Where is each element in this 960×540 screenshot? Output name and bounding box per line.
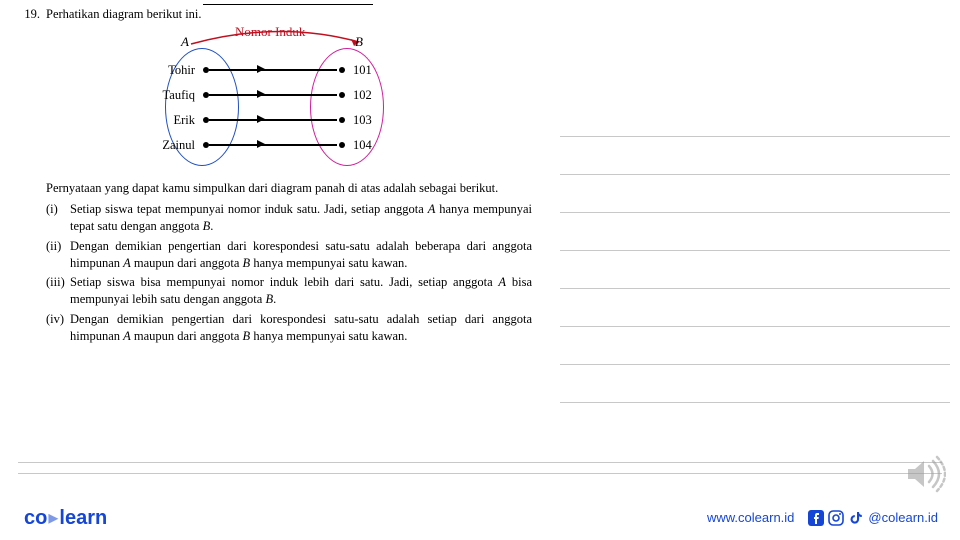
arrow-arc-icon: [189, 28, 369, 48]
map-line: [209, 69, 337, 71]
social-block: @colearn.id: [808, 510, 938, 526]
tiktok-icon: [848, 510, 864, 526]
set-a-label: A: [181, 34, 189, 50]
map-left-label: Taufiq: [133, 88, 195, 103]
arrow-icon: [257, 115, 265, 123]
item-label: (ii): [46, 238, 70, 272]
logo-part-a: co: [24, 507, 47, 529]
map-left-label: Tohir: [133, 63, 195, 78]
facebook-icon: [808, 510, 824, 526]
question-content: 19. Perhatikan diagram berikut ini. Nomo…: [0, 0, 560, 345]
map-left-label: Zainul: [133, 138, 195, 153]
map-right-label: 102: [353, 88, 372, 103]
top-rule: [203, 4, 373, 5]
blank-line-full: [18, 462, 942, 474]
item-body: Dengan demikian pengertian dari korespon…: [70, 238, 532, 272]
mapping-diagram: Nomor Induk A B Tohir 101 Taufiq 102 Eri…: [125, 24, 425, 174]
map-right-label: 101: [353, 63, 372, 78]
list-item: (ii) Dengan demikian pengertian dari kor…: [46, 238, 532, 272]
map-line: [209, 94, 337, 96]
list-item: (iv) Dengan demikian pengertian dari kor…: [46, 311, 532, 345]
item-label: (i): [46, 201, 70, 235]
map-right-label: 104: [353, 138, 372, 153]
item-body: Dengan demikian pengertian dari korespon…: [70, 311, 532, 345]
list-item: (i) Setiap siswa tepat mempunyai nomor i…: [46, 201, 532, 235]
item-label: (iv): [46, 311, 70, 345]
question-number: 19.: [18, 7, 46, 22]
map-row: Taufiq 102: [125, 85, 425, 105]
dot-icon: [339, 117, 345, 123]
arrow-icon: [257, 65, 265, 73]
map-right-label: 103: [353, 113, 372, 128]
blank-lines-right: [560, 136, 950, 440]
footer-right: www.colearn.id @colearn.id: [707, 510, 938, 526]
map-row: Zainul 104: [125, 135, 425, 155]
map-line: [209, 119, 337, 121]
dot-icon: [339, 67, 345, 73]
statement-list: (i) Setiap siswa tepat mempunyai nomor i…: [46, 201, 532, 345]
social-handle: @colearn.id: [868, 510, 938, 525]
instagram-icon: [828, 510, 844, 526]
map-line: [209, 144, 337, 146]
map-row: Erik 103: [125, 110, 425, 130]
item-body: Setiap siswa bisa mempunyai nomor induk …: [70, 274, 532, 308]
arrow-icon: [257, 90, 265, 98]
dot-icon: [339, 92, 345, 98]
item-label: (iii): [46, 274, 70, 308]
question-row: 19. Perhatikan diagram berikut ini.: [18, 7, 532, 22]
list-item: (iii) Setiap siswa bisa mempunyai nomor …: [46, 274, 532, 308]
footer-url: www.colearn.id: [707, 510, 794, 525]
dot-icon: [339, 142, 345, 148]
set-b-label: B: [355, 34, 363, 50]
item-body: Setiap siswa tepat mempunyai nomor induk…: [70, 201, 532, 235]
map-row: Tohir 101: [125, 60, 425, 80]
map-left-label: Erik: [133, 113, 195, 128]
brand-logo: co▸learn: [24, 505, 107, 530]
arrow-icon: [257, 140, 265, 148]
explanation-text: Pernyataan yang dapat kamu simpulkan dar…: [46, 180, 532, 197]
question-text: Perhatikan diagram berikut ini.: [46, 7, 532, 22]
logo-part-b: learn: [59, 507, 107, 529]
footer: co▸learn www.colearn.id @colearn.id: [24, 505, 938, 530]
speaker-icon: [902, 452, 946, 496]
